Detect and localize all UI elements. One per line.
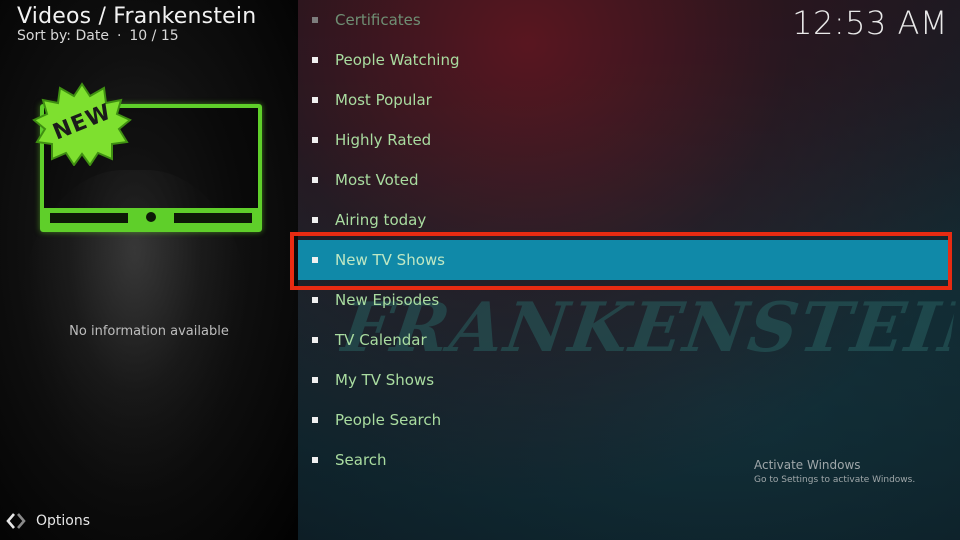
info-panel: Videos / Frankenstein Sort by: Date · 10 /…	[0, 0, 298, 540]
menu-item-label: New Episodes	[335, 291, 440, 309]
menu-item-people-watching[interactable]: People Watching	[298, 40, 950, 80]
menu-item-label: Most Voted	[335, 171, 419, 189]
bullet-icon	[312, 177, 318, 183]
menu-item-label: Most Popular	[335, 91, 432, 109]
menu-item-certificates[interactable]: Certificates	[298, 0, 950, 40]
no-info-text: No information available	[69, 324, 229, 339]
bullet-icon	[312, 337, 318, 343]
menu-item-label: People Search	[335, 411, 442, 429]
sort-label: Sort by: Date	[17, 28, 109, 44]
kodi-addon-window: Videos / Frankenstein Sort by: Date · 10 /…	[0, 0, 960, 540]
options-label: Options	[36, 513, 91, 529]
separator-dot: ·	[116, 28, 122, 44]
menu-item-label: Highly Rated	[335, 131, 432, 149]
menu-item-tv-calendar[interactable]: TV Calendar	[298, 320, 950, 360]
menu-item-label: Search	[335, 451, 387, 469]
menu-item-people-search[interactable]: People Search	[298, 400, 950, 440]
menu-item-label: New TV Shows	[335, 251, 445, 269]
menu-item-most-popular[interactable]: Most Popular	[298, 80, 950, 120]
item-position: 10 / 15	[129, 28, 179, 44]
activate-windows-subtitle: Go to Settings to activate Windows.	[754, 475, 916, 485]
menu-list: Certificates People Watching Most Popular H…	[298, 0, 960, 480]
menu-item-label: My TV Shows	[335, 371, 435, 389]
bullet-icon	[312, 137, 318, 143]
menu-item-airing-today[interactable]: Airing today	[298, 200, 950, 240]
menu-item-highly-rated[interactable]: Highly Rated	[298, 120, 950, 160]
breadcrumb: Videos / Frankenstein	[17, 4, 257, 29]
bullet-icon	[312, 297, 318, 303]
menu-item-label: People Watching	[335, 51, 460, 69]
menu-item-label: Certificates	[335, 11, 421, 29]
sort-info: Sort by: Date · 10 / 15	[17, 28, 179, 44]
menu-item-new-tv-shows[interactable]: New TV Shows	[298, 240, 950, 280]
activate-windows-title: Activate Windows	[754, 458, 861, 472]
bullet-icon	[312, 17, 318, 23]
menu-item-label: TV Calendar	[335, 331, 427, 349]
menu-item-label: Airing today	[335, 211, 427, 229]
bullet-icon	[312, 57, 318, 63]
bullet-icon	[312, 417, 318, 423]
menu-item-my-tv-shows[interactable]: My TV Shows	[298, 360, 950, 400]
options-chevrons-icon	[6, 513, 26, 529]
bullet-icon	[312, 257, 318, 263]
item-thumbnail: NEW	[30, 82, 262, 232]
bullet-icon	[312, 217, 318, 223]
bullet-icon	[312, 457, 318, 463]
options-button[interactable]: Options	[6, 510, 90, 532]
menu-item-most-voted[interactable]: Most Voted	[298, 160, 950, 200]
bullet-icon	[312, 97, 318, 103]
bullet-icon	[312, 377, 318, 383]
menu-item-new-episodes[interactable]: New Episodes	[298, 280, 950, 320]
activate-windows-notice: Activate Windows Go to Settings to activ…	[754, 458, 915, 485]
